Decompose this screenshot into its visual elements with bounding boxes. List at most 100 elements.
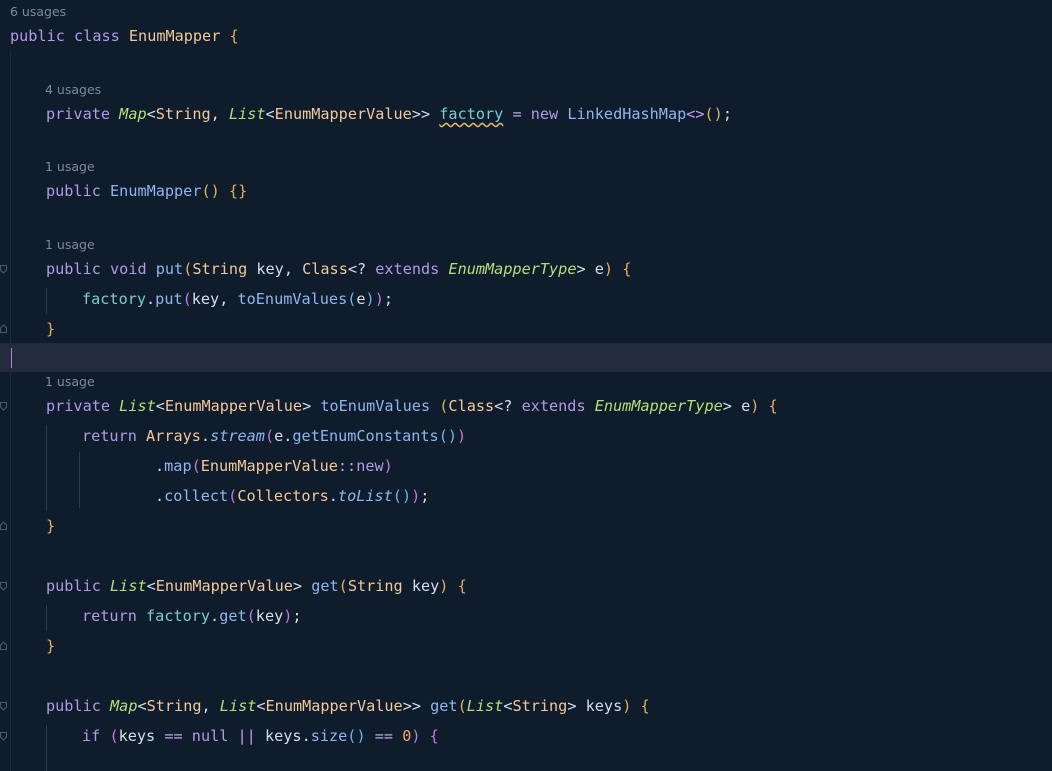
keyword: new	[356, 457, 384, 475]
code-line[interactable]: .collect(Collectors.toList());	[155, 486, 1052, 506]
usages-hint-label[interactable]: 1 usage	[45, 159, 95, 174]
field-name: factory	[146, 607, 211, 625]
method-name: put	[155, 260, 184, 278]
keyword: return	[82, 427, 137, 445]
usages-hint[interactable]: 1 usage	[45, 374, 1052, 390]
keyword: if	[82, 727, 101, 745]
class-name: String	[347, 577, 403, 595]
usages-hint[interactable]: 4 usages	[45, 82, 1052, 98]
method-name: toEnumValues	[320, 397, 431, 415]
static-method-name: stream	[210, 427, 265, 445]
fold-arrow-icon[interactable]	[0, 582, 7, 591]
field-name[interactable]: factory	[439, 105, 503, 123]
number-literal: 0	[402, 727, 412, 745]
keyword: public	[46, 577, 101, 595]
code-line[interactable]: return Arrays.stream(e.getEnumConstants(…	[82, 426, 1052, 446]
parameter-name: keys	[264, 727, 302, 745]
parameter-name: key	[256, 260, 284, 278]
class-name: String	[192, 260, 248, 278]
keyword: class	[74, 27, 120, 45]
constructor-name: EnumMapper	[110, 182, 202, 200]
code-line[interactable]: factory.put(key, toEnumValues(e));	[82, 289, 1052, 309]
usages-hint-label[interactable]: 1 usage	[45, 374, 95, 389]
keyword: public	[46, 182, 101, 200]
type-name: Map	[119, 105, 147, 123]
code-line[interactable]: return factory.get(key);	[82, 606, 1052, 626]
current-line-highlight	[0, 343, 1052, 372]
keyword: private	[46, 105, 111, 123]
fold-arrow-icon[interactable]	[0, 641, 7, 650]
fold-arrow-icon[interactable]	[0, 702, 7, 711]
method-name: getEnumConstants	[292, 427, 439, 445]
keyword: public	[46, 697, 101, 715]
code-line[interactable]: }	[46, 636, 1052, 656]
indent-guide	[46, 425, 47, 511]
code-line[interactable]: .map(EnumMapperValue::new)	[155, 456, 1052, 476]
class-name: String	[146, 697, 202, 715]
keyword: public	[46, 260, 101, 278]
static-method-name: toList	[337, 487, 393, 505]
type-name: List	[228, 105, 266, 123]
type-name: List	[466, 697, 504, 715]
code-line[interactable]: if (keys == null || keys.size() == 0) {	[82, 726, 1052, 746]
code-line[interactable]: public class EnumMapper {	[10, 26, 1052, 46]
parameter-name: key	[191, 290, 220, 308]
parameter-name: keys	[118, 727, 156, 745]
parameter-name: key	[255, 607, 284, 625]
parameter-name: e	[274, 427, 284, 445]
code-editor[interactable]: 6 usages public class EnumMapper { 4 usa…	[0, 0, 1052, 771]
usages-hint[interactable]: 6 usages	[10, 4, 1052, 20]
type-name: EnumMapperType	[448, 260, 577, 278]
class-name: String	[512, 697, 568, 715]
class-name: Class	[302, 260, 348, 278]
class-name: EnumMapperValue	[265, 697, 403, 715]
parameter-name: e	[741, 397, 751, 415]
type-name: EnumMapperType	[594, 397, 723, 415]
class-name: Arrays	[146, 427, 201, 445]
field-name: factory	[82, 290, 147, 308]
class-name: Collectors	[237, 487, 329, 505]
class-name: EnumMapperValue	[274, 105, 412, 123]
code-line[interactable]: public List<EnumMapperValue> get(String …	[46, 576, 1052, 596]
indent-guide	[46, 605, 47, 631]
code-line[interactable]: }	[46, 516, 1052, 536]
usages-hint[interactable]: 1 usage	[45, 237, 1052, 253]
usages-hint-label[interactable]: 6 usages	[10, 4, 66, 19]
indent-guide	[79, 452, 80, 508]
fold-arrow-icon[interactable]	[0, 324, 7, 333]
usages-hint-label[interactable]: 4 usages	[45, 82, 101, 97]
brace: {	[229, 27, 239, 45]
class-name: EnumMapper	[128, 27, 221, 45]
code-line[interactable]: private Map<String, List<EnumMapperValue…	[46, 104, 1052, 124]
usages-hint-label[interactable]: 1 usage	[45, 237, 95, 252]
usages-hint[interactable]: 1 usage	[45, 159, 1052, 175]
keyword: new	[530, 105, 559, 123]
indent-guide	[10, 50, 11, 771]
parameter-name: e	[356, 290, 366, 308]
type-name: Map	[110, 697, 138, 715]
keyword: public	[10, 27, 65, 45]
code-line[interactable]: }	[46, 319, 1052, 339]
fold-arrow-icon[interactable]	[0, 265, 7, 274]
fold-arrow-icon[interactable]	[0, 521, 7, 530]
code-line[interactable]: public Map<String, List<EnumMapperValue>…	[46, 696, 1052, 716]
code-line[interactable]: private List<EnumMapperValue> toEnumValu…	[46, 396, 1052, 416]
fold-arrow-icon[interactable]	[0, 402, 7, 411]
fold-arrow-icon[interactable]	[0, 732, 7, 741]
indent-guide	[46, 725, 47, 771]
indent-guide	[46, 288, 47, 314]
constructor-name: LinkedHashMap	[567, 105, 687, 123]
method-name: put	[155, 290, 183, 308]
code-line[interactable]: public void put(String key, Class<? exte…	[46, 259, 1052, 279]
class-name: Class	[448, 397, 495, 415]
keyword: null	[191, 727, 229, 745]
code-line[interactable]: public EnumMapper() {}	[46, 181, 1052, 201]
type-name: List	[219, 697, 257, 715]
class-name: EnumMapperValue	[200, 457, 338, 475]
class-name: EnumMapperValue	[164, 397, 303, 415]
type-name: List	[110, 577, 147, 595]
method-name: map	[164, 457, 192, 475]
type-name: List	[119, 397, 156, 415]
method-name: size	[310, 727, 348, 745]
class-name: EnumMapperValue	[155, 577, 293, 595]
